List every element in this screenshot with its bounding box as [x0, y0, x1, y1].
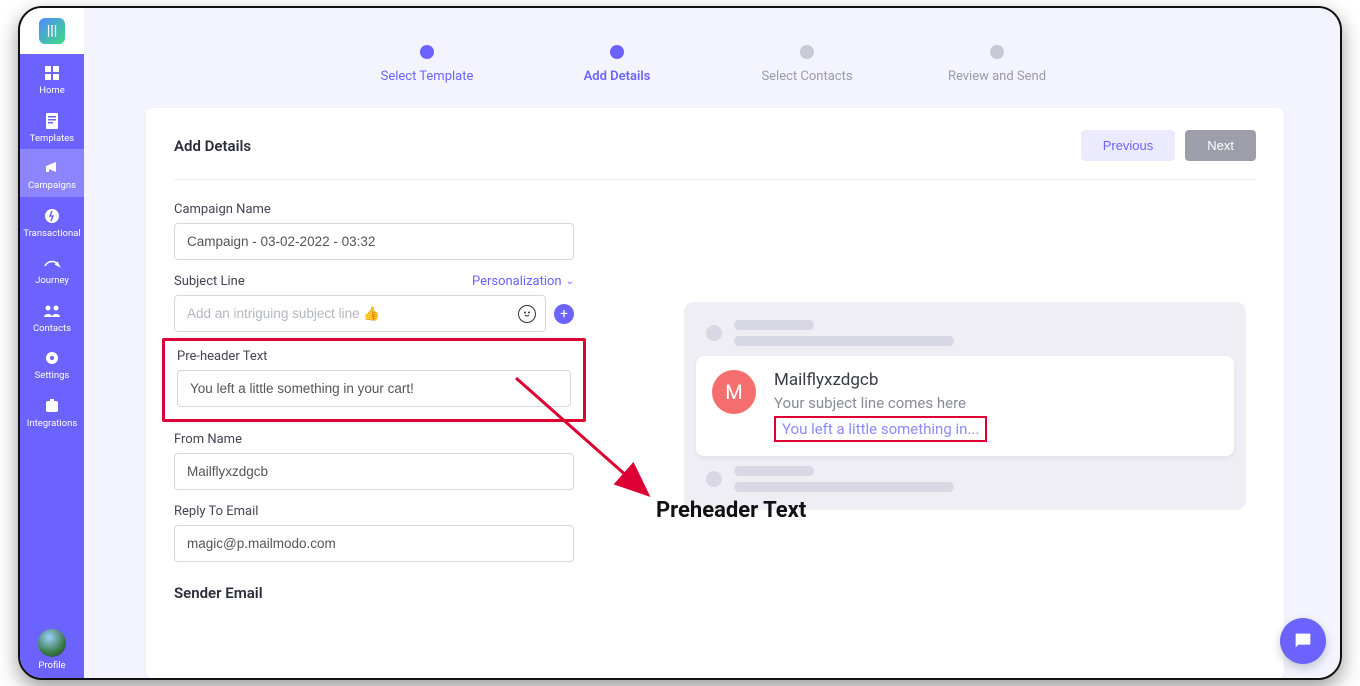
subject-line-input[interactable]: [174, 295, 546, 332]
annotation-label: Preheader Text: [656, 498, 806, 523]
preview-subject-line: Your subject line comes here: [774, 394, 987, 412]
skeleton-bar: [734, 336, 954, 346]
skeleton-bar: [734, 466, 814, 476]
sidebar-item-label: Templates: [30, 134, 74, 144]
journey-icon: [43, 254, 61, 272]
step-dot-icon: [990, 45, 1004, 59]
step-review-send[interactable]: Review and Send: [902, 45, 1092, 84]
integrations-icon: [43, 397, 61, 415]
nav-items: Home Templates Campaigns Transactional: [20, 54, 84, 434]
sidebar-item-label: Contacts: [33, 324, 71, 334]
step-dot-icon: [420, 45, 434, 59]
reply-to-group: Reply To Email: [174, 504, 574, 562]
sidebar-item-label: Campaigns: [28, 181, 76, 191]
preheader-label: Pre-header Text: [177, 349, 571, 364]
sidebar: ||| Home Templates Campaigns: [20, 8, 84, 678]
skeleton-bar: [734, 320, 814, 330]
sidebar-item-transactional[interactable]: Transactional: [20, 197, 84, 245]
next-button[interactable]: Next: [1185, 130, 1256, 161]
preview-text: Mailflyxzdgcb Your subject line comes he…: [774, 370, 987, 442]
chat-button[interactable]: [1280, 618, 1326, 664]
reply-to-input[interactable]: [174, 525, 574, 562]
contacts-icon: [43, 302, 61, 320]
skeleton-row: [696, 462, 1234, 496]
step-select-contacts[interactable]: Select Contacts: [712, 45, 902, 84]
templates-icon: [43, 112, 61, 130]
preview-avatar: M: [712, 370, 756, 414]
preview-from-name: Mailflyxzdgcb: [774, 370, 987, 390]
preview-column: M Mailflyxzdgcb Your subject line comes …: [684, 202, 1256, 602]
step-label: Select Template: [381, 69, 474, 84]
gear-icon: [43, 349, 61, 367]
step-dot-icon: [610, 45, 624, 59]
sidebar-profile[interactable]: Profile: [20, 629, 84, 671]
card-title: Add Details: [174, 137, 251, 155]
skeleton-avatar-icon: [706, 325, 722, 341]
step-select-template[interactable]: Select Template: [332, 45, 522, 84]
subject-line-label: Subject Line: [174, 274, 245, 289]
sidebar-item-label: Settings: [35, 371, 70, 381]
sidebar-item-home[interactable]: Home: [20, 54, 84, 102]
preview-avatar-letter: M: [725, 380, 742, 404]
stepper: Select Template Add Details Select Conta…: [84, 8, 1340, 98]
skeleton-row: [696, 316, 1234, 350]
campaign-name-input[interactable]: [174, 223, 574, 260]
step-label: Add Details: [584, 69, 651, 84]
step-label: Review and Send: [948, 69, 1046, 84]
preheader-highlight: Pre-header Text: [162, 338, 586, 422]
sidebar-item-settings[interactable]: Settings: [20, 339, 84, 387]
profile-label: Profile: [38, 661, 65, 671]
content-row: Campaign Name Subject Line Personalizati…: [174, 180, 1256, 602]
preheader-group: Pre-header Text: [177, 349, 571, 407]
sidebar-item-campaigns[interactable]: Campaigns: [20, 149, 84, 197]
personalization-link[interactable]: Personalization ⌄: [472, 274, 574, 289]
preheader-input[interactable]: [177, 370, 571, 407]
logo-icon: |||: [39, 18, 65, 44]
sidebar-item-label: Transactional: [23, 229, 80, 239]
sidebar-item-label: Integrations: [27, 419, 78, 429]
personalization-label: Personalization: [472, 274, 562, 289]
home-icon: [43, 64, 61, 82]
preview-card: M Mailflyxzdgcb Your subject line comes …: [696, 356, 1234, 456]
emoji-picker-icon[interactable]: [518, 305, 536, 323]
reply-to-label: Reply To Email: [174, 504, 574, 519]
transactional-icon: [43, 207, 61, 225]
form-column: Campaign Name Subject Line Personalizati…: [174, 202, 574, 602]
card-actions: Previous Next: [1081, 130, 1256, 161]
previous-button[interactable]: Previous: [1081, 130, 1176, 161]
campaigns-icon: [43, 159, 61, 177]
step-add-details[interactable]: Add Details: [522, 45, 712, 84]
sidebar-item-contacts[interactable]: Contacts: [20, 292, 84, 340]
logo[interactable]: |||: [20, 8, 84, 54]
from-name-group: From Name: [174, 432, 574, 490]
details-card: Add Details Previous Next Campaign Name …: [146, 108, 1284, 678]
sender-email-heading: Sender Email: [174, 584, 574, 602]
sidebar-item-label: Home: [39, 86, 65, 96]
sidebar-item-integrations[interactable]: Integrations: [20, 387, 84, 435]
step-label: Select Contacts: [761, 69, 852, 84]
sidebar-item-label: Journey: [35, 276, 69, 286]
chat-icon: [1292, 630, 1314, 652]
from-name-input[interactable]: [174, 453, 574, 490]
add-subject-button[interactable]: +: [554, 304, 574, 324]
main-area: Select Template Add Details Select Conta…: [84, 8, 1340, 678]
preview-preheader-highlight: You left a little something in...: [774, 416, 987, 442]
sidebar-item-journey[interactable]: Journey: [20, 244, 84, 292]
email-preview: M Mailflyxzdgcb Your subject line comes …: [684, 302, 1246, 510]
app-frame: ||| Home Templates Campaigns: [18, 6, 1342, 680]
chevron-down-icon: ⌄: [566, 276, 574, 287]
step-dot-icon: [800, 45, 814, 59]
from-name-label: From Name: [174, 432, 574, 447]
campaign-name-group: Campaign Name: [174, 202, 574, 260]
skeleton-avatar-icon: [706, 471, 722, 487]
avatar: [38, 629, 66, 657]
card-header: Add Details Previous Next: [174, 130, 1256, 180]
sidebar-item-templates[interactable]: Templates: [20, 102, 84, 150]
skeleton-bar: [734, 482, 954, 492]
campaign-name-label: Campaign Name: [174, 202, 574, 217]
subject-line-group: Subject Line Personalization ⌄: [174, 274, 574, 332]
